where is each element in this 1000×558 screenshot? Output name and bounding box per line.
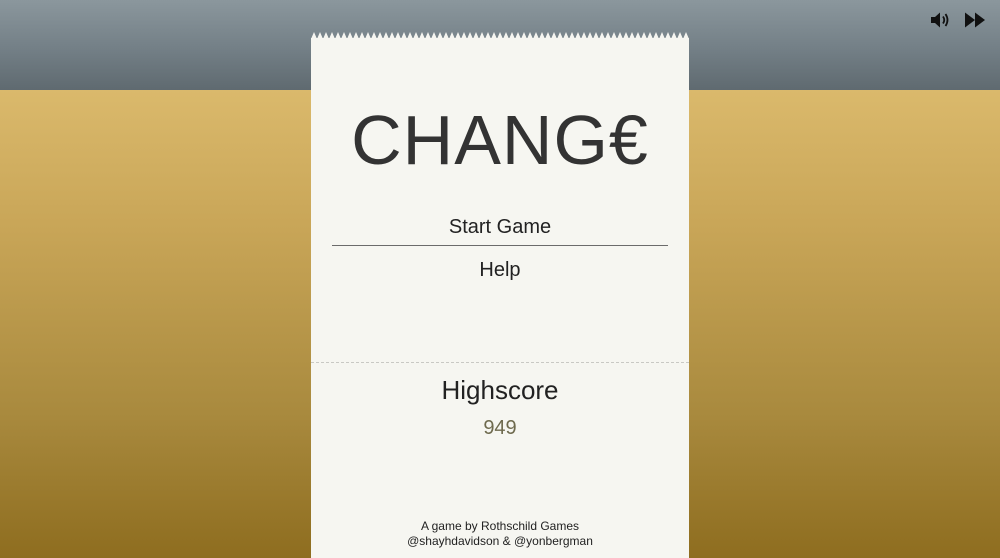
highscore-value: 949: [483, 417, 517, 439]
credits-line-authors: @shayhdavidson & @yonbergman: [407, 534, 593, 548]
receipt-panel: CHANG€ Start Game Help Highscore 949 A g…: [311, 32, 689, 558]
credits-line-studio: A game by Rothschild Games: [420, 519, 580, 533]
receipt-tear-line: [311, 362, 689, 363]
start-game-button[interactable]: Start Game: [332, 214, 668, 240]
credits: A game by Rothschild Games @shayhdavidso…: [311, 519, 689, 549]
highscore-label: Highscore: [441, 375, 559, 405]
fast-forward-icon[interactable]: [964, 10, 986, 30]
speaker-icon[interactable]: [930, 10, 952, 30]
menu-divider: [332, 245, 668, 246]
audio-controls: [930, 10, 986, 30]
receipt-torn-edge: [311, 32, 689, 39]
help-button[interactable]: Help: [332, 257, 668, 283]
game-screen: CHANG€ Start Game Help Highscore 949 A g…: [0, 0, 1000, 558]
game-title: CHANG€: [351, 101, 649, 179]
